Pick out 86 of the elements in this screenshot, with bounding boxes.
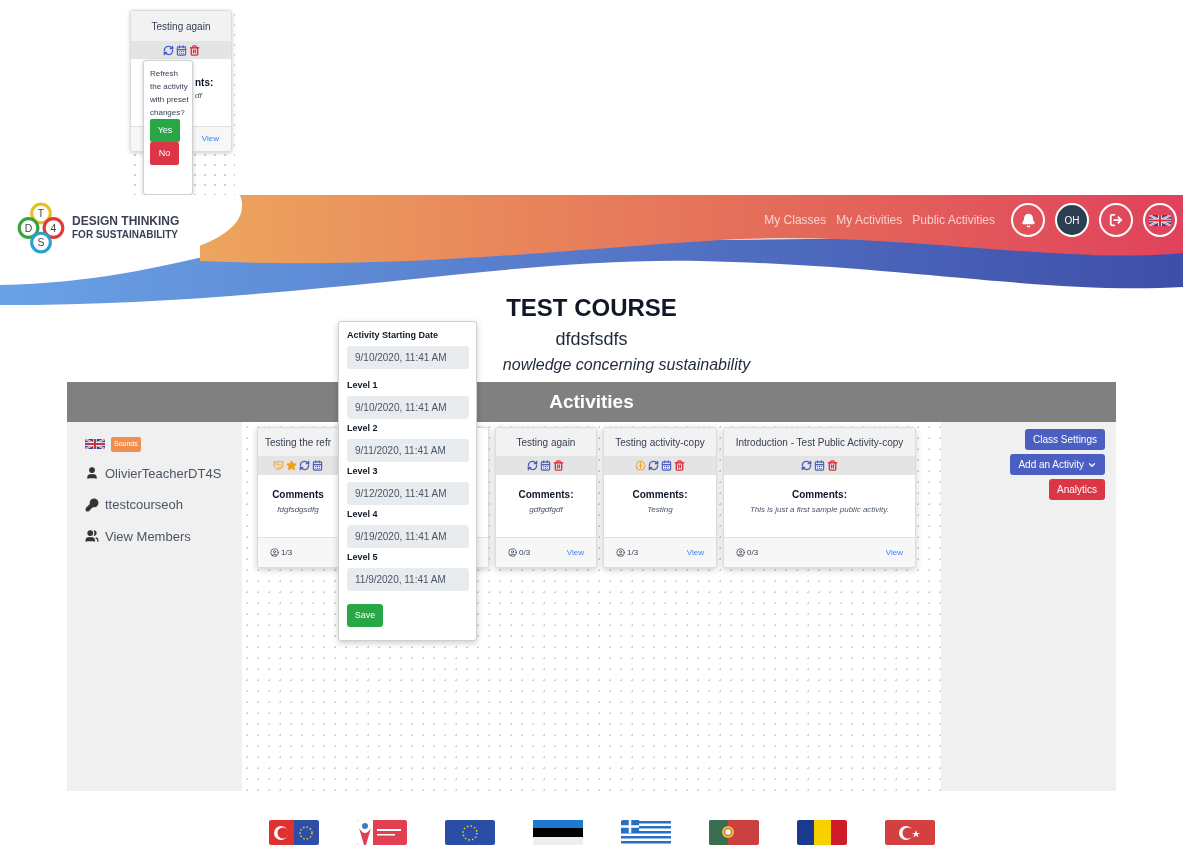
activity-title: Testing again <box>516 435 576 450</box>
calendar-icon[interactable] <box>311 460 323 471</box>
sidebar-item[interactable]: View Members <box>105 526 191 546</box>
calendar-icon[interactable] <box>660 460 672 471</box>
refresh-icon[interactable] <box>647 460 659 471</box>
nav-link[interactable]: My Activities <box>836 211 903 229</box>
date-field[interactable]: 9/12/2020, 11:41 AM <box>347 482 469 505</box>
participants-count: 1/3 <box>269 546 293 559</box>
action-button[interactable]: Add an Activity <box>1010 454 1105 475</box>
uk-flag-icon <box>85 439 105 450</box>
comments-heading: Comments <box>272 488 324 502</box>
calendar-icon[interactable] <box>540 460 552 471</box>
date-field[interactable]: 9/11/2020, 11:41 AM <box>347 439 469 462</box>
field-label: Level 3 <box>347 465 379 477</box>
confirm-text: Refresh the activity with preset changes? <box>150 68 190 119</box>
estonia-flag-icon <box>532 820 583 845</box>
eu-flag-icon <box>444 820 495 845</box>
language-button[interactable] <box>1143 203 1177 237</box>
teacher-icon <box>85 466 99 481</box>
user-icon <box>615 548 625 557</box>
course-code: dfdsfsdfs <box>555 328 628 351</box>
nav-link[interactable]: Public Activities <box>912 211 995 229</box>
field-label: Level 1 <box>347 379 379 391</box>
comment-text: This is just a first sample public activity. <box>749 504 889 516</box>
comments-heading: nts: <box>195 76 215 90</box>
date-field[interactable]: 9/10/2020, 11:41 AM <box>347 396 469 419</box>
sidebar-item: OlivierTeacherDT4S <box>105 464 222 483</box>
save-button[interactable]: Save <box>347 604 383 627</box>
star-icon[interactable] <box>285 460 297 471</box>
field-label: Level 2 <box>347 422 379 434</box>
members-icon <box>85 529 99 544</box>
logout-button[interactable] <box>1099 203 1133 237</box>
no-button[interactable]: No <box>150 142 179 165</box>
trash-icon[interactable] <box>188 44 200 56</box>
view-link[interactable]: View <box>885 546 903 559</box>
field-label: Level 4 <box>347 508 379 520</box>
romania-flag-icon <box>796 820 847 845</box>
logout-icon <box>1109 213 1123 227</box>
key-icon <box>85 497 99 512</box>
comment-text: Testing <box>647 504 673 516</box>
field-label: Activity Starting Date <box>347 329 440 341</box>
activity-title: Testing again <box>151 19 211 34</box>
nav-link[interactable]: My Classes <box>764 211 827 229</box>
view-link[interactable]: View <box>566 546 584 559</box>
user-icon <box>507 548 517 557</box>
field-label: Level 5 <box>347 551 379 563</box>
section-title: Activities <box>549 389 634 414</box>
logo-subtitle: FOR SUSTAINABILITY <box>72 228 179 241</box>
comment-text: fdgfsdgsdfg <box>277 504 319 516</box>
refresh-icon[interactable] <box>298 460 310 471</box>
view-link[interactable]: View <box>686 546 704 559</box>
notifications-button[interactable] <box>1011 203 1045 237</box>
view-link[interactable]: View <box>201 133 219 145</box>
comment-text: gdfgdfgdf <box>529 504 563 516</box>
comment-text: df <box>195 90 204 102</box>
comments-heading: Comments: <box>791 488 847 502</box>
user-icon <box>735 548 745 557</box>
comments-heading: Comments: <box>518 488 574 502</box>
refresh-icon[interactable] <box>800 460 812 471</box>
date-field[interactable]: 9/10/2020, 11:41 AM <box>347 346 469 369</box>
course-description: nowledge concerning sustainability <box>502 355 751 375</box>
activity-title: Testing the refr <box>264 435 332 450</box>
refresh-icon[interactable] <box>527 460 539 471</box>
participants-count: 0/3 <box>735 546 759 559</box>
refresh-icon[interactable] <box>162 44 174 56</box>
calendar-icon[interactable] <box>175 44 187 56</box>
participants-count: 1/3 <box>615 546 639 559</box>
sidebar-item: ttestcourseoh <box>105 496 184 514</box>
course-title: TEST COURSE <box>506 294 677 322</box>
bell-icon <box>1020 212 1036 228</box>
participants-count: 0/3 <box>507 546 531 559</box>
trash-icon[interactable] <box>826 460 838 471</box>
trash-icon[interactable] <box>673 460 685 471</box>
activity-title: Testing activity-copy <box>615 435 705 450</box>
logo-title: DESIGN THINKING <box>72 215 180 228</box>
trash-icon[interactable] <box>553 460 565 471</box>
action-button[interactable]: Class Settings <box>1025 429 1105 450</box>
date-field[interactable]: 11/9/2020, 11:41 AM <box>347 568 469 591</box>
action-button[interactable]: Analytics <box>1049 479 1105 500</box>
user-icon <box>269 548 279 557</box>
calendar-icon[interactable] <box>813 460 825 471</box>
comments-heading: Comments: <box>632 488 688 502</box>
activity-title: Introduction - Test Public Activity-copy <box>735 435 904 450</box>
uk-flag-icon <box>1149 214 1171 226</box>
yes-button[interactable]: Yes <box>150 119 180 142</box>
date-field[interactable]: 9/19/2020, 11:41 AM <box>347 525 469 548</box>
